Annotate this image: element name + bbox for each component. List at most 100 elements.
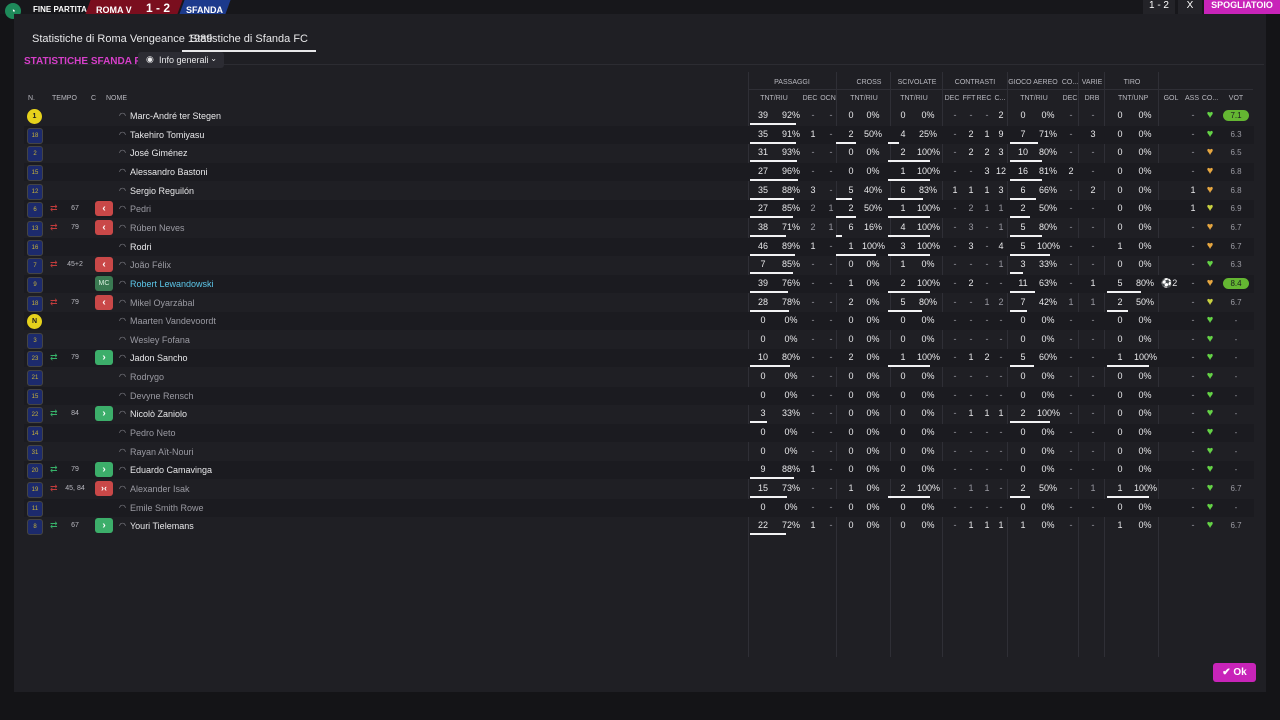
sub-out-icon[interactable]: ›‹ xyxy=(95,481,113,496)
table-row[interactable]: 21 ◠ Rodrygo 0 0% - -0 0% 0 0% - - - -0 0% - -0 0% - ♥ - xyxy=(24,368,1254,387)
column-header-n[interactable]: N. xyxy=(28,95,35,105)
stat-pp: 88% xyxy=(781,184,800,195)
stat-ass: - xyxy=(1191,165,1195,176)
player-name[interactable]: João Félix xyxy=(130,260,171,270)
ok-button[interactable]: ✔ Ok xyxy=(1213,663,1256,682)
stat-tp: 0% xyxy=(1138,128,1152,139)
sub-in-icon[interactable]: › xyxy=(95,518,113,534)
table-row[interactable]: 14 ◠ Pedro Neto 0 0% - -0 0% 0 0% - - - -0 0% - -0 0% - ♥ - xyxy=(24,424,1254,443)
tab-away-stats[interactable]: Statistiche di Sfanda FC xyxy=(182,26,317,52)
column-header-cross_tr[interactable]: TNT/RIU xyxy=(850,95,878,105)
captain-badge[interactable]: MC xyxy=(95,275,113,291)
stat-ap: 81% xyxy=(1038,165,1057,176)
table-row[interactable]: 2 ◠ José Giménez 31 93% - -0 0% 2 100% -2 2 3 10 80% - -… xyxy=(24,144,1254,163)
stat-ap: 0% xyxy=(1041,520,1055,531)
column-header-con_c[interactable]: C... xyxy=(986,95,1014,105)
column-header-var_drb[interactable]: DRB xyxy=(1078,95,1106,105)
player-name[interactable]: Eduardo Camavinga xyxy=(130,465,212,475)
player-name[interactable]: Jadon Sancho xyxy=(130,353,188,363)
player-name[interactable]: Rúben Neves xyxy=(130,223,185,233)
stat-c4: 1 xyxy=(998,203,1004,214)
table-row[interactable]: 1 ◠ Marc-André ter Stegen 39 92% - -0 0% 0 0% - - -2… xyxy=(24,107,1254,125)
sub-in-icon[interactable]: › xyxy=(95,350,113,366)
stat-pocn: 1 xyxy=(828,203,834,214)
column-header-c[interactable]: C xyxy=(91,95,96,105)
shirt-number: 16 xyxy=(27,239,43,256)
rating-value: - xyxy=(1234,502,1238,512)
player-name[interactable]: Mikel Oyarzábal xyxy=(130,298,195,308)
column-header-pass_tr[interactable]: TNT/RIU xyxy=(760,95,788,105)
stat-tp: 0% xyxy=(1138,315,1152,326)
player-name[interactable]: Devyne Rensch xyxy=(130,391,194,401)
stat-tp: 0% xyxy=(1138,371,1152,382)
table-row[interactable]: 23 ⇄ 79 › ◠ Jadon Sancho 10 80% - -2 0% 1 100% -1 2-5 6… xyxy=(24,349,1254,368)
close-icon[interactable]: X xyxy=(1178,0,1202,14)
column-header-tiro_tr[interactable]: TNT/UNP xyxy=(1118,95,1148,105)
stat-drb: - xyxy=(1091,427,1095,438)
player-name[interactable]: Alexander Isak xyxy=(130,484,190,494)
stat-sp: 100% xyxy=(917,221,941,232)
table-row[interactable]: 6 ⇄ 67 ‹ ◠ Pedri 27 85% 2 1 2 50% 1 100% -2 1 1 2 50% - -0 0%… xyxy=(24,200,1254,219)
table-row[interactable]: 9 MC ◠ Robert Lewandowski 39 76% - - 1 0% 2 100% - 2 -… xyxy=(24,274,1254,293)
player-name[interactable]: Marc-André ter Stegen xyxy=(130,111,221,121)
player-name[interactable]: Maarten Vandevoordt xyxy=(130,316,216,326)
player-name[interactable]: Pedro Neto xyxy=(130,428,176,438)
player-name[interactable]: Youri Tielemans xyxy=(130,521,194,531)
table-row[interactable]: 19 ⇄ 45, 84 ›‹ ◠ Alexander Isak 15 73% - - 1 0% 2 100… xyxy=(24,480,1254,498)
table-row[interactable]: 8 ⇄ 67 › ◠ Youri Tielemans 22 72% 1-0 0% 0 0% -1 1 1 1 0… xyxy=(24,517,1254,536)
column-header-aer_tr[interactable]: TNT/RIU xyxy=(1020,95,1048,105)
shirt-number: 11 xyxy=(27,500,43,517)
table-row[interactable]: 15 ◠ Devyne Rensch 0 0% - -0 0% 0 0% - - - -0 0% - -0 0% -… xyxy=(24,386,1254,405)
stat-drb: - xyxy=(1091,408,1095,419)
dressing-room-button[interactable]: SPOGLIATOIO xyxy=(1204,0,1280,14)
stat-tt: 0 xyxy=(1117,184,1123,195)
table-row[interactable]: 7 ⇄ 45+2 ‹ ◠ João Félix 7 85% - -0 0% 1 0% - - -1 3 33% - -… xyxy=(24,256,1254,275)
player-name[interactable]: Rodrygo xyxy=(130,372,164,382)
table-row[interactable]: N ◠ Maarten Vandevoordt 0 0% - -0 0% 0 0% - - - -0 0% -… xyxy=(24,312,1254,331)
player-name[interactable]: Wesley Fofana xyxy=(130,335,190,345)
player-name[interactable]: Emile Smith Rowe xyxy=(130,503,204,513)
morale-heart-icon: ♥ xyxy=(1206,351,1214,364)
player-name[interactable]: Nicolò Zaniolo xyxy=(130,409,187,419)
column-header-co[interactable]: CO... xyxy=(1196,95,1224,105)
player-name[interactable]: Sergio Reguilón xyxy=(130,186,194,196)
morale-heart-icon: ♥ xyxy=(1206,388,1214,401)
table-row[interactable]: 20 ⇄ 79 › ◠ Eduardo Camavinga 9 88% 1-0 0% 0 0% - - - -… xyxy=(24,461,1254,480)
stat-st: 3 xyxy=(900,240,906,251)
shirt-icon: 18 xyxy=(27,295,43,312)
player-name[interactable]: Pedri xyxy=(130,204,151,214)
info-dropdown[interactable]: ◉ Info generali ⌄ xyxy=(138,52,224,68)
player-name[interactable]: Rayan Aït-Nouri xyxy=(130,447,194,457)
column-header-pass_ocn[interactable]: OCN xyxy=(814,95,842,105)
column-header-sciv_tr[interactable]: TNT/RIU xyxy=(900,95,928,105)
sub-in-icon[interactable]: › xyxy=(95,462,113,478)
column-header-nome[interactable]: NOME xyxy=(106,95,127,105)
column-header-voto[interactable]: VOT xyxy=(1222,95,1250,105)
player-name[interactable]: Takehiro Tomiyasu xyxy=(130,130,204,140)
player-name[interactable]: Rodri xyxy=(130,242,152,252)
sub-in-icon[interactable]: › xyxy=(95,406,113,422)
table-row[interactable]: 22 ⇄ 84 › ◠ Nicolò Zaniolo 3 33% - -0 0% 0 0% -1 1 1 2 10… xyxy=(24,405,1254,424)
sub-out-icon[interactable]: ‹ xyxy=(95,201,113,217)
sub-out-icon[interactable]: ‹ xyxy=(95,257,113,273)
stat-sp: 0% xyxy=(921,371,935,382)
player-name[interactable]: Robert Lewandowski xyxy=(130,279,214,289)
player-name[interactable]: Alessandro Bastoni xyxy=(130,167,208,177)
table-row[interactable]: 31 ◠ Rayan Aït-Nouri 0 0% - -0 0% 0 0% - - - -0 0% - -0 0… xyxy=(24,443,1254,461)
sub-out-icon[interactable]: ‹ xyxy=(95,219,113,235)
column-header-tempo[interactable]: TEMPO xyxy=(52,95,77,105)
morale-heart-icon: ♥ xyxy=(1206,407,1214,420)
sub-out-icon[interactable]: ‹ xyxy=(95,294,113,310)
player-name[interactable]: José Giménez xyxy=(130,148,188,158)
stat-cp: 0% xyxy=(866,520,880,531)
table-row[interactable]: 18 ⇄ 79 ‹ ◠ Mikel Oyarzábal 28 78% - -2 0% 5 80% - -1 2… xyxy=(24,294,1254,312)
table-row[interactable]: 13 ⇄ 79 ‹ ◠ Rúben Neves 38 71% 2 1 6 16% 4 100% -3-1 5 8… xyxy=(24,219,1254,237)
stat-pt: 9 xyxy=(760,464,766,475)
table-row[interactable]: 11 ◠ Emile Smith Rowe 0 0% - -0 0% 0 0% - - - -0 0% - -0… xyxy=(24,498,1254,517)
stat-pt: 0 xyxy=(760,371,766,382)
table-row[interactable]: 16 ◠ Rodri 46 89% 1-1 100% 3 100% -3-4 5 100% - -1 0% -… xyxy=(24,237,1254,256)
table-row[interactable]: 18 ◠ Takehiro Tomiyasu 35 91% 1-2 50% 4 25% -2 1 9 7… xyxy=(24,125,1254,144)
table-row[interactable]: 12 ◠ Sergio Reguilón 35 88% 3-5 40% 6 83% 1 1 1 3 6 66… xyxy=(24,182,1254,200)
table-row[interactable]: 3 ◠ Wesley Fofana 0 0% - -0 0% 0 0% - - - -0 0% - -0 0% - ♥… xyxy=(24,331,1254,349)
table-row[interactable]: 15 ◠ Alessandro Bastoni 27 96% - -0 0% 1 100% - -3 1… xyxy=(24,162,1254,181)
